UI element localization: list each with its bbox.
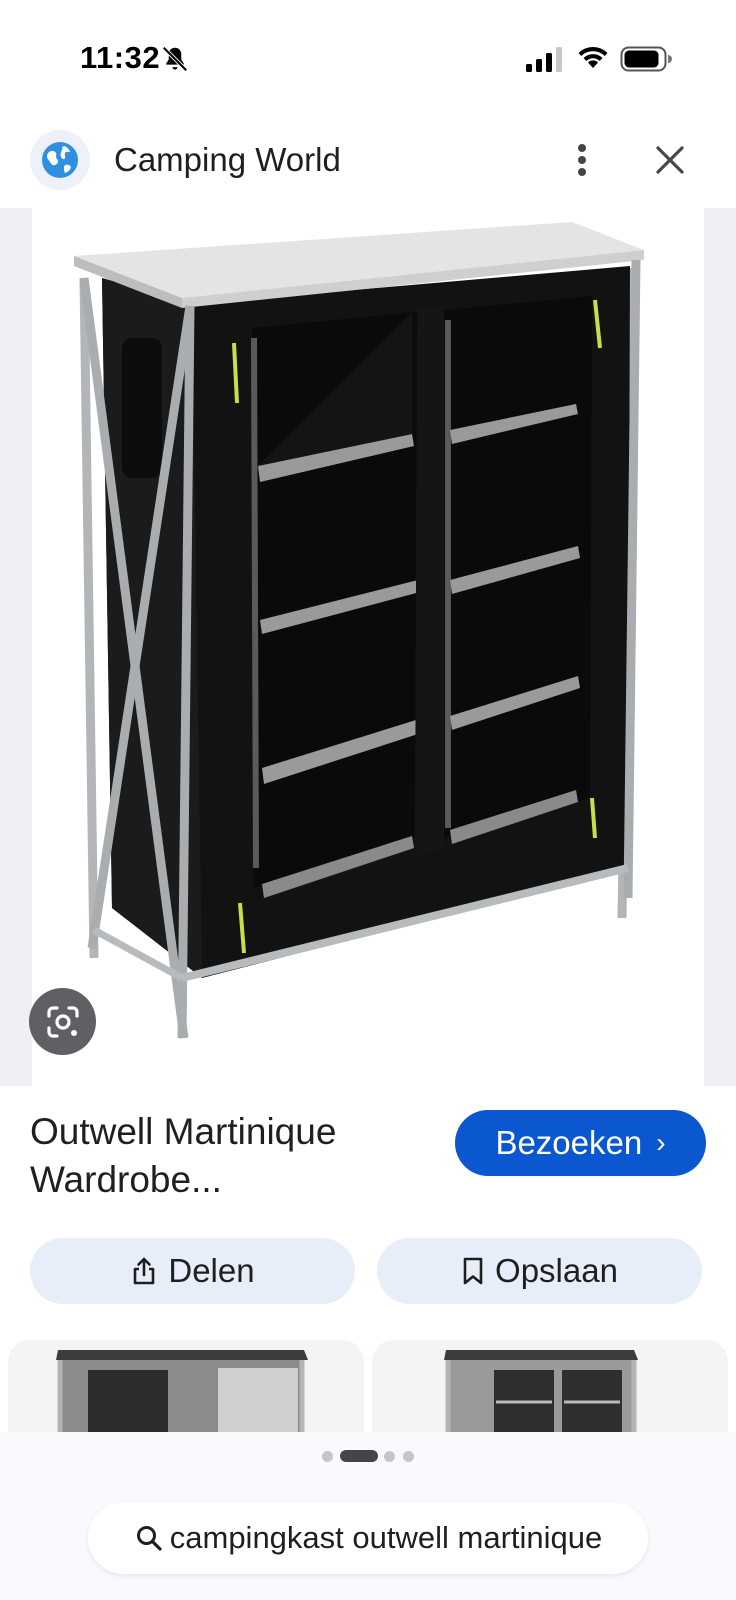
status-bar: 11:32 (0, 0, 736, 120)
share-button-label: Delen (168, 1252, 255, 1289)
related-thumbnail[interactable] (372, 1340, 728, 1432)
search-query-text: campingkast outwell martinique (169, 1520, 603, 1555)
wardrobe-illustration (74, 222, 644, 1039)
site-favicon[interactable] (30, 130, 90, 190)
related-wardrobe-image (372, 1340, 728, 1432)
bell-slash-icon (162, 46, 188, 72)
result-title[interactable]: Outwell Martinique Wardrobe... (30, 1108, 430, 1204)
page-dot[interactable] (384, 1451, 395, 1462)
site-name[interactable]: Camping World (114, 141, 341, 179)
related-wardrobe-image (8, 1340, 364, 1432)
wifi-icon (578, 46, 608, 68)
visit-button-label: Bezoeken (495, 1124, 643, 1161)
chevron-right-icon: › (656, 1127, 666, 1158)
globe-icon (42, 142, 78, 178)
battery-icon (620, 46, 672, 72)
lens-search-button[interactable] (29, 988, 96, 1055)
page-indicator (322, 1450, 417, 1462)
source-header: Camping World (0, 124, 736, 208)
cellular-signal-icon (526, 47, 562, 72)
related-results (0, 1340, 736, 1432)
share-icon (134, 1257, 155, 1285)
bottom-sheet: campingkast outwell martinique (0, 1432, 736, 1600)
search-query-chip[interactable]: campingkast outwell martinique (88, 1502, 648, 1574)
page-dot[interactable] (322, 1451, 333, 1462)
status-time: 11:32 (80, 40, 161, 75)
more-options-button[interactable] (560, 136, 604, 184)
search-icon (136, 1526, 162, 1551)
more-vert-icon (578, 144, 586, 176)
product-image[interactable] (32, 208, 704, 1086)
close-button[interactable] (648, 136, 692, 184)
bookmark-icon (463, 1257, 483, 1285)
related-thumbnail[interactable] (8, 1340, 364, 1432)
close-icon (656, 146, 684, 174)
save-button[interactable]: Opslaan (377, 1238, 702, 1304)
visit-button[interactable]: Bezoeken › (455, 1110, 706, 1176)
save-button-label: Opslaan (495, 1252, 618, 1289)
share-button[interactable]: Delen (30, 1238, 355, 1304)
image-viewer[interactable] (0, 208, 736, 1086)
page-dot[interactable] (403, 1451, 414, 1462)
google-lens-icon (46, 1005, 79, 1038)
page-dot-active[interactable] (340, 1450, 378, 1462)
